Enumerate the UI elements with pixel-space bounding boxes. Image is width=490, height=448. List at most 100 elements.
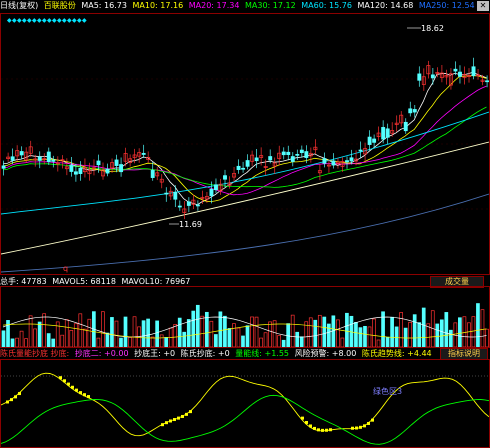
signal-marker: [83, 393, 86, 397]
candle-body: [295, 154, 300, 156]
signal-marker: [161, 423, 164, 427]
volume-bar: [485, 328, 489, 347]
signal-marker: [75, 388, 78, 392]
signal-diamond: ◆: [82, 17, 87, 24]
volume-bar: [146, 318, 150, 347]
volume-bar: [259, 337, 263, 347]
candle-body: [51, 159, 56, 162]
candle-body: [349, 157, 354, 162]
candle-body: [209, 188, 214, 197]
chart-header: 日线(复权) 百联股份 MA5: 16.73 MA10: 17.16 MA20:…: [0, 0, 490, 12]
volume-bar: [42, 313, 47, 347]
candle-body: [46, 151, 51, 162]
volume-bar: [200, 315, 205, 347]
candle-body: [164, 192, 169, 195]
ma120-label: MA120: 14.68: [357, 1, 414, 10]
candle-body: [114, 159, 119, 166]
volume-bar: [313, 319, 318, 347]
indicator-item: 陈氏趋势线: +4.44: [361, 349, 432, 358]
signal-marker: [71, 385, 74, 389]
candle-body: [281, 151, 286, 156]
volume-bar: [336, 319, 340, 347]
volume-bar: [141, 320, 146, 347]
ma5-label: MA5: 16.73: [81, 1, 127, 10]
ma-line: [2, 71, 487, 206]
indicator-header: 陈氏量能抄底 抄底: 抄底二: +0.00 抄底王: +0 陈氏抄底: +0 量…: [0, 349, 490, 359]
volume-bar: [317, 314, 322, 347]
price-chart[interactable]: ◆ ◆ ◆ ◆ ◆ ◆ ◆ ◆ ◆ ◆ ◆ ◆ ◆ ◆ ◆ ◆ 18.62 11.69 q: [0, 13, 490, 275]
volume-bar: [123, 316, 128, 347]
candle-body: [372, 138, 377, 143]
signal-marker: [173, 418, 176, 422]
volume-bar: [159, 334, 164, 347]
volume-bar: [78, 313, 83, 347]
candle-body: [322, 158, 327, 164]
signal-marker: [189, 410, 192, 414]
volume-bar: [340, 337, 345, 347]
volume-bar: [96, 337, 101, 347]
low-price-label: 11.69: [179, 220, 202, 229]
high-price-label: 18.62: [421, 24, 444, 33]
candle-body: [345, 160, 349, 163]
volume-bar: [277, 335, 281, 347]
candle-body: [186, 201, 191, 206]
signal-marker: [325, 428, 328, 432]
candle-body: [150, 170, 155, 178]
volume-bar: [10, 338, 15, 347]
volume-bar: [444, 312, 449, 347]
ma10-label: MA10: 17.16: [132, 1, 184, 10]
volume-bar: [439, 319, 444, 347]
signal-marker: [63, 379, 66, 383]
candle-body: [304, 151, 309, 158]
volume-bar: [150, 336, 155, 347]
candle-body: [485, 80, 489, 83]
indicator-chart-canvas: [1, 372, 489, 445]
volume-bar: [448, 329, 453, 347]
signal-marker: [301, 416, 304, 420]
volume-bar: [435, 323, 440, 347]
candle-body: [290, 156, 295, 162]
signal-marker: [59, 376, 62, 380]
candle-body: [403, 121, 408, 132]
volume-bar: [250, 316, 254, 347]
candle-body: [286, 151, 291, 155]
candle-body: [385, 128, 390, 138]
signal-marker: [185, 412, 188, 416]
volume-bar: [476, 303, 480, 347]
volume-bar: [182, 331, 187, 347]
indicator-chart[interactable]: 绿色区3: [0, 359, 490, 448]
indicator-item: 抄底二: +0.00: [74, 349, 129, 358]
volume-bar: [308, 317, 313, 347]
volume-bar: [173, 324, 178, 347]
ma30-label: MA30: 17.12: [245, 1, 296, 10]
volume-bar: [15, 337, 19, 347]
signal-marker: [359, 425, 362, 429]
signal-marker: [309, 424, 312, 428]
ma120-line: [1, 141, 489, 255]
signal-marker: [87, 395, 90, 399]
candle-body: [37, 156, 42, 161]
period-label[interactable]: 日线(复权): [0, 1, 38, 10]
signal-marker: [165, 421, 168, 425]
candle-body: [367, 136, 372, 145]
signal-marker: [317, 428, 320, 432]
volume-bar: [1, 330, 6, 347]
volume-bar: [421, 307, 426, 347]
candle-body: [331, 160, 336, 166]
volume-bar: [354, 321, 358, 347]
volume-bar: [51, 338, 56, 347]
candle-body: [381, 127, 386, 140]
volume-bar: [209, 320, 214, 347]
close-icon[interactable]: ✕: [477, 1, 489, 11]
candle-body: [73, 171, 78, 175]
volume-chart[interactable]: [0, 286, 490, 348]
signal-marker: [305, 420, 308, 424]
price-chart-canvas: ◆ ◆ ◆ ◆ ◆ ◆ ◆ ◆ ◆ ◆ ◆ ◆ ◆ ◆ ◆ ◆: [1, 17, 489, 273]
signal-marker: [329, 428, 332, 432]
volume-bar: [82, 328, 87, 347]
volume-bar: [254, 316, 259, 347]
ma60-label: MA60: 15.76: [301, 1, 352, 10]
volume-bar: [263, 332, 268, 347]
signal-marker: [79, 391, 82, 395]
volume-bar: [480, 309, 485, 347]
